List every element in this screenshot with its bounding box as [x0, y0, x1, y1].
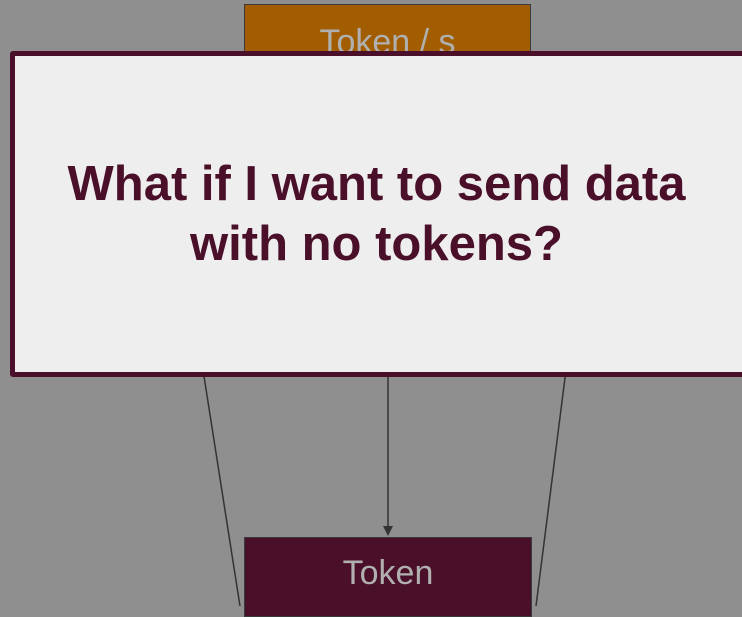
- connector-left: [202, 369, 241, 606]
- bottom-node-label: Token: [342, 554, 434, 592]
- question-callout: What if I want to send data with no toke…: [10, 51, 742, 377]
- bottom-node-token: Token: [244, 537, 532, 617]
- callout-question-text: What if I want to send data with no toke…: [67, 157, 686, 271]
- connector-right: [535, 369, 567, 606]
